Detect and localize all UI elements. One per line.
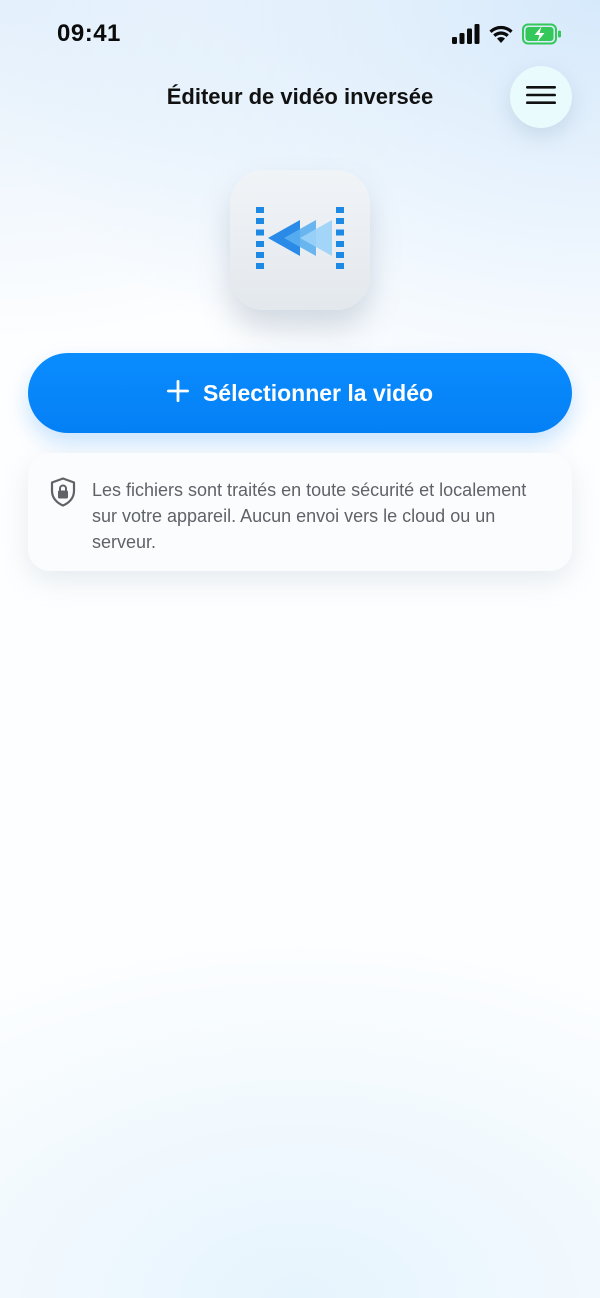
header: Éditeur de vidéo inversée <box>0 66 600 130</box>
reverse-video-icon <box>254 206 346 274</box>
menu-button[interactable] <box>510 66 572 128</box>
signal-icon <box>452 24 480 49</box>
hamburger-menu-icon <box>526 85 556 110</box>
select-video-label: Sélectionner la vidéo <box>202 379 434 406</box>
status-time: 09:41 <box>57 20 121 47</box>
privacy-info-text: Les fichiers sont traités en toute sécur… <box>92 480 527 552</box>
status-icons <box>452 23 562 50</box>
privacy-info-card: Les fichiers sont traités en toute sécur… <box>28 453 572 571</box>
select-video-button[interactable]: Sélectionner la vidéo <box>28 353 572 433</box>
plus-icon <box>166 379 189 407</box>
shield-lock-icon <box>50 477 76 512</box>
status-bar: 09:41 <box>0 0 600 70</box>
app-logo <box>230 170 370 310</box>
battery-charging-icon <box>522 23 562 50</box>
wifi-icon <box>488 24 514 49</box>
